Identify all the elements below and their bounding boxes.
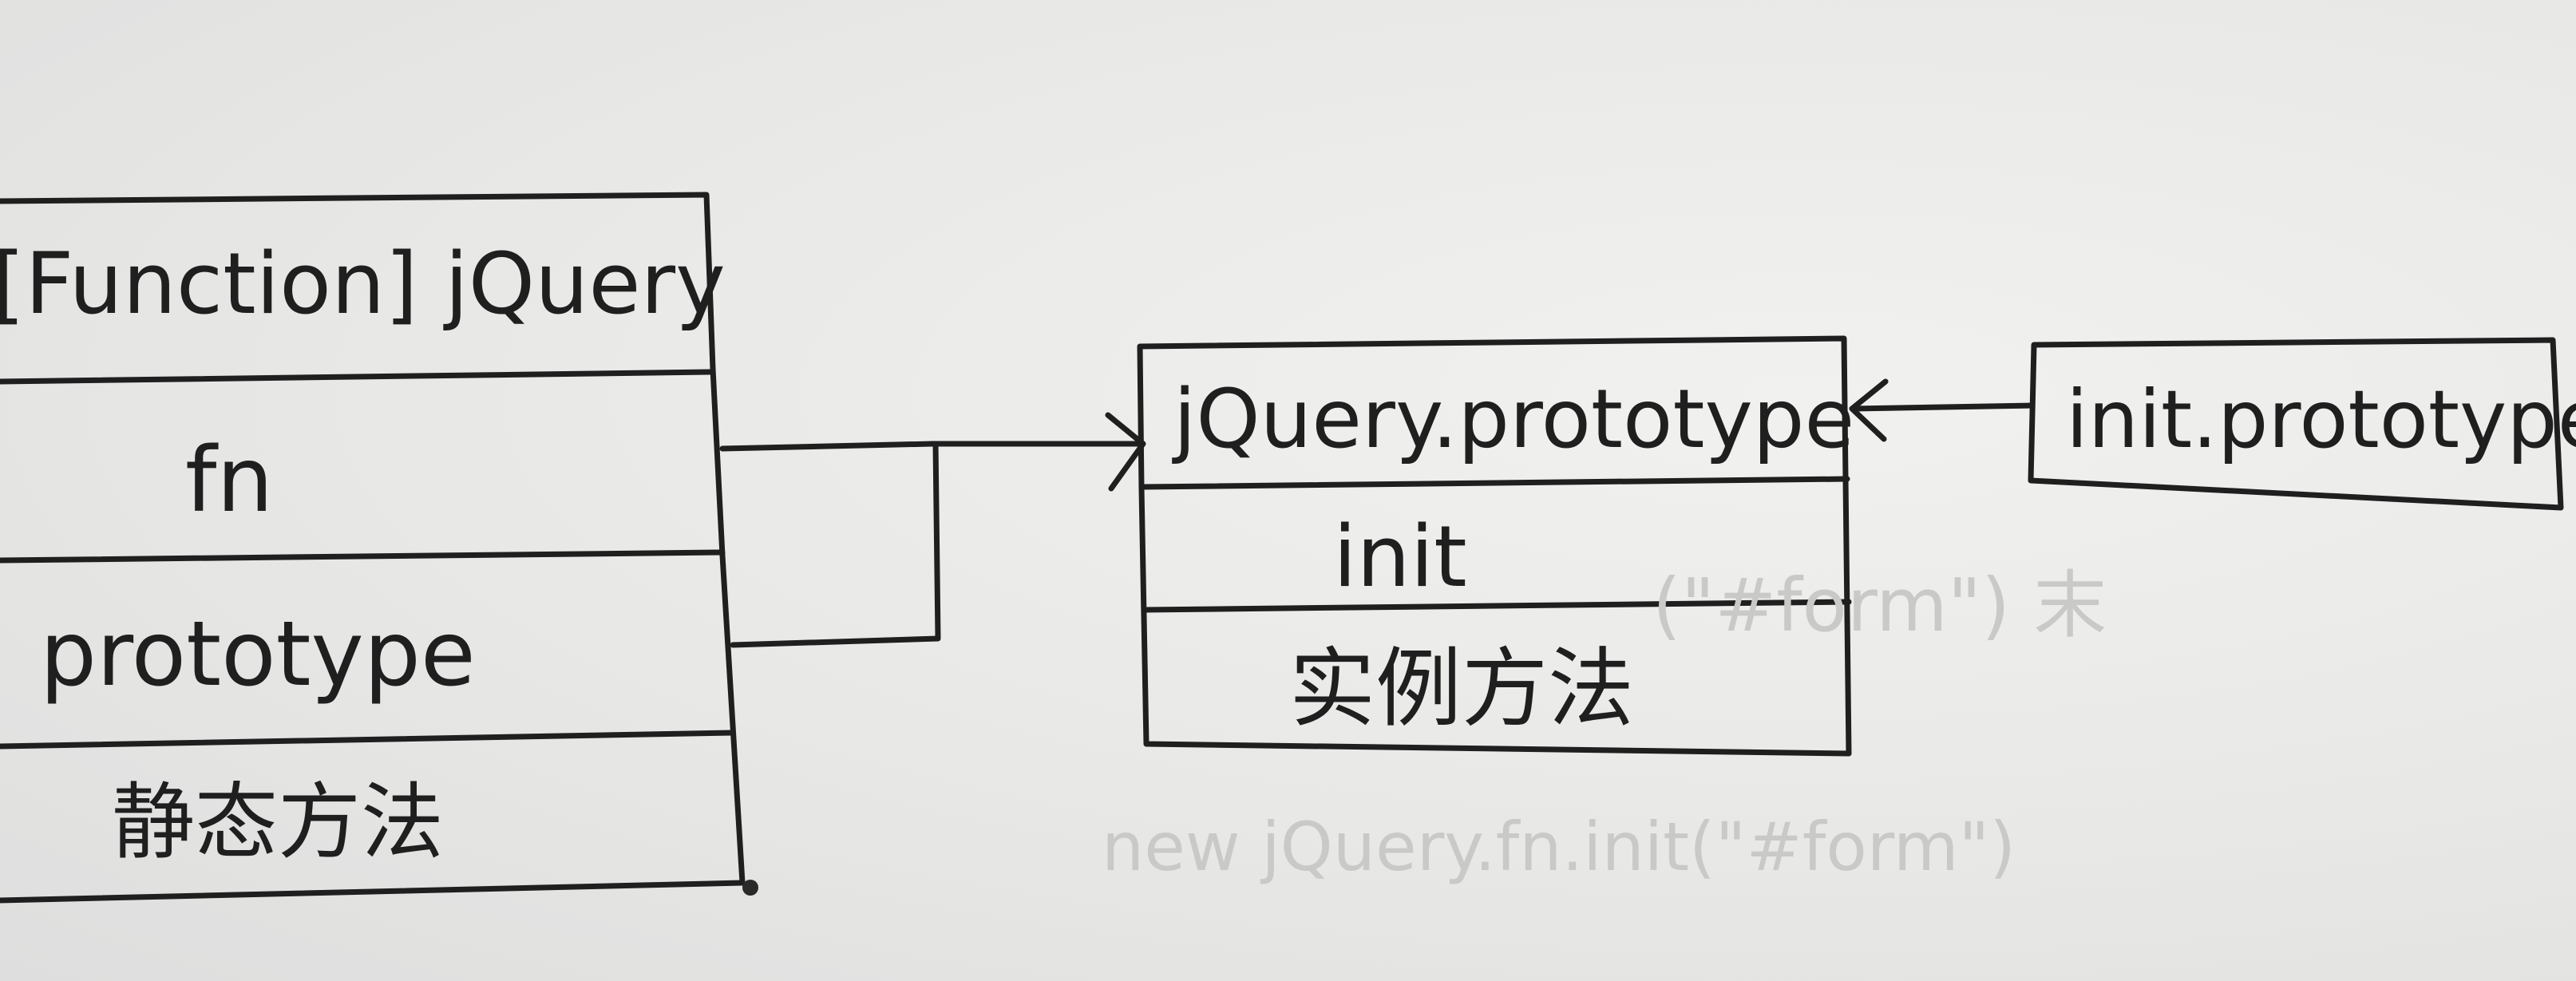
fn-connector-line [719,441,1145,452]
faint-note-2: new jQuery.fn.init("#form") [1102,808,2016,886]
notebook-page: [Function] jQuery fn prototype 静态方法 jQue… [0,0,2576,981]
jquery-box-divider-2 [0,549,726,564]
init-to-prototype-arrow [1849,378,2036,442]
jquery-function-box: [Function] jQuery fn prototype 静态方法 [0,192,758,904]
connector-arrowhead [1105,412,1146,492]
diagram-svg: [Function] jQuery fn prototype 静态方法 jQue… [0,192,2576,904]
ink-dot [742,880,758,896]
jquery-box-divider-3 [0,730,736,750]
jquery-box-title: [Function] jQuery [0,235,726,333]
prototype-box-title: jQuery.prototype [1172,372,1854,467]
init-box-title: init.prototype [2066,373,2576,466]
prototype-row-instance-methods: 实例方法 [1289,639,1634,739]
jquery-row-fn: fn [185,429,273,532]
prototype-connector-line [730,441,941,648]
jquery-prototype-box: jQuery.prototype init 实例方法 [1137,335,1854,757]
jquery-box-divider-1 [0,369,716,385]
fn-prototype-connector [719,412,1146,648]
faint-note-1: ("#form") 末 [1652,563,2107,648]
prototype-box-divider-1 [1140,476,1850,490]
init-arrow-line [1850,402,2036,412]
init-prototype-box: init.prototype [2028,337,2576,511]
jquery-row-prototype: prototype [40,603,476,706]
jquery-row-static-methods: 静态方法 [112,773,444,871]
prototype-row-init: init [1333,508,1467,606]
